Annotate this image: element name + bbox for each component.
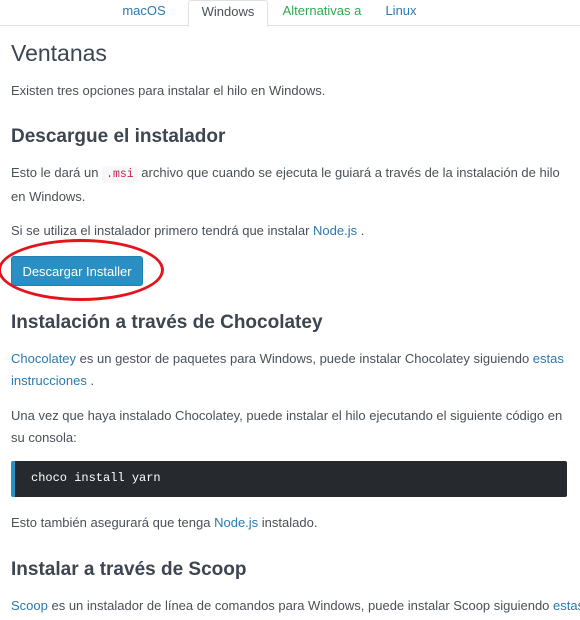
chocolatey-install-text: Una vez que haya instalado Chocolatey, p… bbox=[11, 408, 563, 445]
page-title: Ventanas bbox=[11, 40, 107, 66]
tab-linux[interactable]: Linux bbox=[376, 0, 426, 26]
msi-code: .msi bbox=[102, 166, 138, 183]
installer-description: Esto le dará un .msi archivo que cuando … bbox=[11, 162, 567, 208]
choco-command: choco install yarn bbox=[31, 471, 161, 485]
tab-alternatives[interactable]: Alternativas a bbox=[276, 0, 368, 26]
installer-text-1: Esto le dará un bbox=[11, 165, 103, 180]
scoop-text: es un instalador de línea de comandos pa… bbox=[47, 598, 554, 613]
chocolatey-text: es un gestor de paquetes para Windows, p… bbox=[76, 351, 533, 366]
node-requirement-end: . bbox=[357, 223, 365, 238]
chocolatey-description: Chocolatey es un gestor de paquetes para… bbox=[11, 348, 567, 392]
scoop-heading: Instalar a través de Scoop bbox=[11, 559, 247, 580]
tab-windows[interactable]: Windows bbox=[188, 0, 268, 27]
scoop-link[interactable]: Scoop bbox=[11, 598, 48, 613]
code-block: choco install yarn bbox=[11, 461, 567, 497]
download-installer-button[interactable]: Descargar Installer bbox=[11, 256, 143, 286]
os-tabs: macOS Windows Alternativas a Linux bbox=[0, 0, 580, 27]
node-requirement-text: Si se utiliza el instalador primero tend… bbox=[11, 223, 314, 238]
intro-text: Existen tres opciones para instalar el h… bbox=[11, 83, 326, 98]
nodejs-link-2[interactable]: Node.js bbox=[214, 515, 258, 530]
node-requirement: Si se utiliza el instalador primero tend… bbox=[11, 220, 571, 242]
chocolatey-note-end: instalado. bbox=[258, 515, 318, 530]
scoop-instructions-link[interactable]: estas bbox=[553, 598, 580, 613]
scoop-description: Scoop es un instalador de línea de coman… bbox=[11, 595, 580, 617]
chocolatey-link[interactable]: Chocolatey bbox=[11, 351, 76, 366]
tab-macos[interactable]: macOS bbox=[110, 0, 178, 26]
chocolatey-note: Esto también asegurará que tenga Node.js… bbox=[11, 512, 571, 534]
chocolatey-heading: Instalación a través de Chocolatey bbox=[11, 312, 323, 333]
nodejs-link[interactable]: Node.js bbox=[313, 223, 357, 238]
chocolatey-text-end: . bbox=[86, 373, 95, 388]
chocolatey-note-text: Esto también asegurará que tenga bbox=[11, 515, 215, 530]
installer-heading: Descargue el instalador bbox=[11, 126, 226, 147]
